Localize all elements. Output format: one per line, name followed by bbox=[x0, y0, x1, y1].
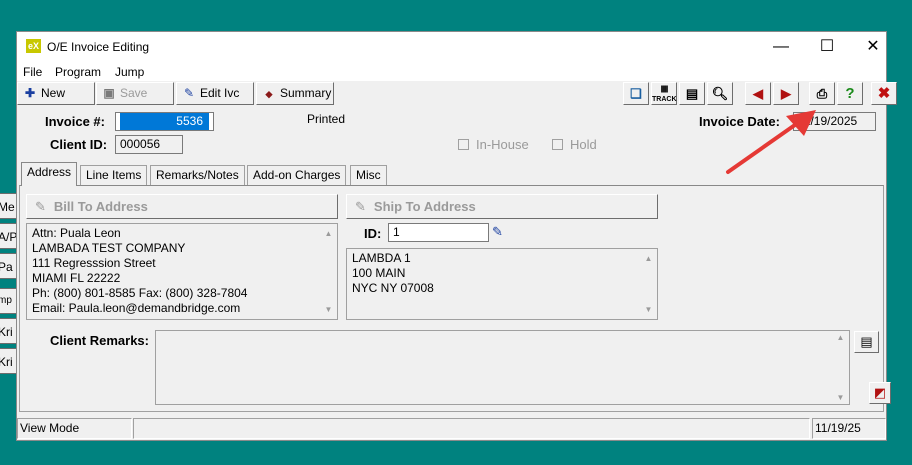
annotation-arrow-icon bbox=[726, 110, 816, 174]
diamond-icon: ◆ bbox=[265, 89, 273, 99]
notes-icon[interactable]: ▤ bbox=[854, 331, 879, 353]
client-remarks-label: Client Remarks: bbox=[50, 333, 149, 348]
title-bar: eX O/E Invoice Editing — ☐ ✕ bbox=[17, 32, 886, 61]
client-id-field[interactable]: 000056 bbox=[115, 135, 183, 154]
bill-to-address-text[interactable]: Attn: Puala Leon LAMBADA TEST COMPANY 11… bbox=[26, 223, 338, 320]
bill-to-address-button[interactable]: ✎ Bill To Address bbox=[26, 194, 338, 219]
minimize-button[interactable]: — bbox=[758, 32, 804, 61]
pencil-icon: ✎ bbox=[355, 199, 366, 214]
help-icon[interactable]: ? bbox=[837, 82, 863, 105]
ship-id-field[interactable]: 1 bbox=[388, 223, 489, 242]
tab-address[interactable]: Address bbox=[21, 162, 78, 186]
in-house-checkbox[interactable]: In-House bbox=[458, 137, 529, 152]
printer-icon[interactable]: ⎙ bbox=[809, 82, 835, 105]
ship-id-label: ID: bbox=[364, 226, 382, 241]
status-message bbox=[133, 418, 810, 439]
next-arrow-icon[interactable]: ▶ bbox=[773, 82, 799, 105]
status-date: 11/19/25 bbox=[812, 418, 886, 439]
menu-program[interactable]: Program bbox=[55, 65, 101, 79]
toolbar: ✚ New ▣ Save ✎ Edit Ivc ◆ Summary ❏ ||||||| T… bbox=[17, 81, 897, 107]
scrollbar[interactable]: ▲ ▼ bbox=[641, 250, 656, 318]
address-tab-panel: ✎ Bill To Address ✎ Ship To Address Attn: … bbox=[19, 185, 891, 412]
save-button[interactable]: ▣ Save bbox=[96, 82, 174, 105]
menu-jump[interactable]: Jump bbox=[115, 65, 144, 79]
hold-checkbox[interactable]: Hold bbox=[552, 137, 597, 152]
app-logo-icon: eX bbox=[26, 39, 41, 53]
invoice-editing-window: eX O/E Invoice Editing — ☐ ✕ File Progra… bbox=[16, 31, 897, 441]
edit-pencil-icon[interactable]: ✎ bbox=[492, 224, 503, 240]
status-mode: View Mode bbox=[17, 418, 132, 439]
documents-icon[interactable]: ❏ bbox=[623, 82, 649, 105]
summary-button[interactable]: ◆ Summary bbox=[256, 82, 334, 105]
invoice-number-field[interactable]: 5536 bbox=[115, 112, 214, 131]
client-id-label: Client ID: bbox=[50, 137, 108, 152]
tab-line-items[interactable]: Line Items bbox=[80, 165, 148, 185]
report-icon[interactable]: ▤ bbox=[679, 82, 705, 105]
new-button[interactable]: ✚ New bbox=[17, 82, 95, 105]
scrollbar[interactable]: ▲ ▼ bbox=[321, 225, 336, 318]
status-bar: View Mode 11/19/25 bbox=[17, 417, 886, 440]
previous-arrow-icon[interactable]: ◀ bbox=[745, 82, 771, 105]
close-button[interactable]: ✕ bbox=[850, 32, 896, 61]
pencil-icon: ✎ bbox=[183, 86, 195, 100]
pencil-icon: ✎ bbox=[35, 199, 46, 214]
edit-invoice-button[interactable]: ✎ Edit Ivc bbox=[176, 82, 254, 105]
tab-add-on-charges[interactable]: Add-on Charges bbox=[247, 165, 347, 185]
floppy-disk-icon: ▣ bbox=[103, 86, 115, 100]
tab-remarks-notes[interactable]: Remarks/Notes bbox=[150, 165, 245, 185]
ship-to-address-button[interactable]: ✎ Ship To Address bbox=[346, 194, 658, 219]
invoice-status-text: Printed bbox=[307, 112, 346, 126]
edit-remarks-icon[interactable]: ◩ bbox=[869, 382, 891, 404]
menu-bar: File Program Jump bbox=[17, 61, 886, 81]
menu-file[interactable]: File bbox=[23, 65, 42, 79]
window-title: O/E Invoice Editing bbox=[47, 40, 150, 54]
exit-x-icon[interactable]: ✖ bbox=[871, 82, 897, 105]
scrollbar[interactable]: ▲ ▼ bbox=[833, 332, 848, 403]
client-remarks-text[interactable] bbox=[155, 330, 850, 405]
tab-misc[interactable]: Misc bbox=[350, 165, 387, 185]
magnifier-icon[interactable]: 🔍︎ bbox=[707, 82, 733, 105]
ship-to-address-text[interactable]: LAMBDA 1 100 MAIN NYC NY 07008 ▲ ▼ bbox=[346, 248, 658, 320]
plus-icon: ✚ bbox=[24, 86, 36, 100]
track-barcode-icon[interactable]: ||||||| TRACK bbox=[651, 82, 677, 105]
invoice-number-label: Invoice #: bbox=[45, 114, 105, 129]
maximize-button[interactable]: ☐ bbox=[804, 32, 850, 61]
